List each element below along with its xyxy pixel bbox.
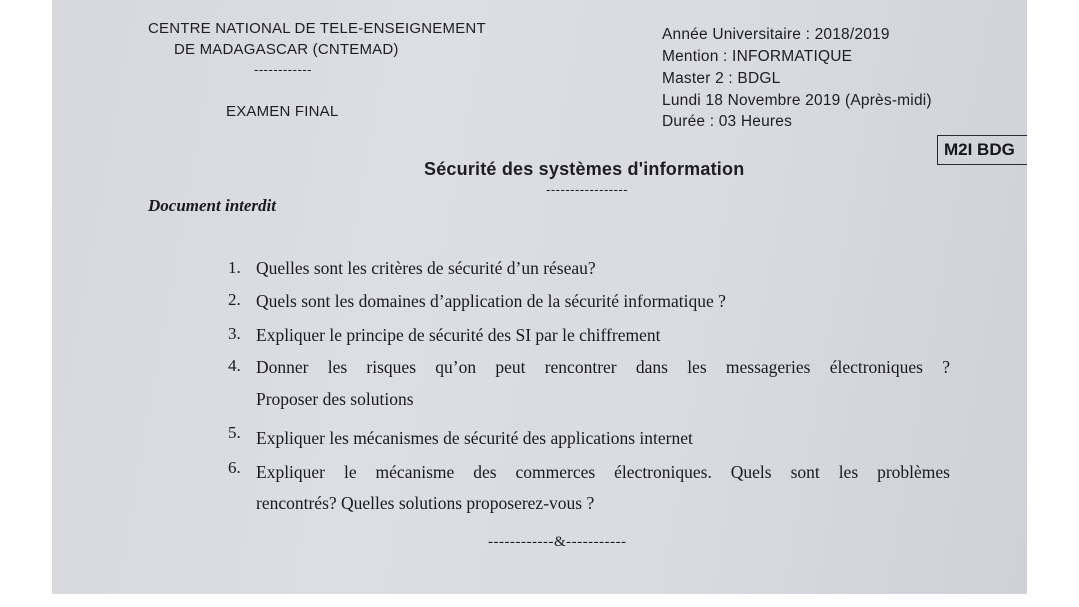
level: Master 2 : BDGL: [662, 70, 781, 87]
question-text: Expliquer les mécanismes de sécurité des…: [256, 428, 693, 448]
course-code-badge: M2I BDG: [937, 135, 1027, 165]
question-number: 6.: [228, 458, 241, 477]
title-rule: -----------------: [546, 182, 629, 197]
exam-sheet: CENTRE NATIONAL DE TELE-ENSEIGNEMENT DE …: [52, 0, 1027, 594]
academic-year: Année Universitaire : 2018/2019: [662, 26, 890, 43]
institution-line-2: DE MADAGASCAR (CNTEMAD): [174, 41, 399, 58]
question-text: Quels sont les domaines d’application de…: [256, 291, 726, 311]
question-text-continued: Proposer des solutions: [256, 389, 414, 409]
question-number: 4.: [228, 356, 241, 375]
question-number: 5.: [228, 423, 241, 442]
institution-line-1: CENTRE NATIONAL DE TELE-ENSEIGNEMENT: [148, 20, 486, 37]
mention: Mention : INFORMATIQUE: [662, 48, 853, 65]
end-mark: ------------&-----------: [488, 534, 627, 550]
question-number: 2.: [228, 290, 241, 309]
question-number: 1.: [228, 258, 241, 277]
question-text: Expliquer le mécanisme des commerces éle…: [256, 462, 950, 482]
photo-frame: CENTRE NATIONAL DE TELE-ENSEIGNEMENT DE …: [0, 0, 1079, 607]
exam-date: Lundi 18 Novembre 2019 (Après-midi): [662, 92, 932, 109]
question-text-continued: rencontrés? Quelles solutions proposerez…: [256, 493, 595, 513]
exam-title: Sécurité des systèmes d'information: [424, 159, 745, 179]
exam-duration: Durée : 03 Heures: [662, 113, 793, 130]
question-number: 3.: [228, 324, 241, 343]
question-text: Donner les risques qu’on peut rencontrer…: [256, 357, 950, 377]
document-instruction: Document interdit: [148, 196, 276, 215]
exam-type: EXAMEN FINAL: [226, 103, 339, 120]
question-text: Expliquer le principe de sécurité des SI…: [256, 325, 661, 345]
question-text: Quelles sont les critères de sécurité d’…: [256, 258, 596, 278]
institution-rule: ------------: [254, 62, 312, 77]
